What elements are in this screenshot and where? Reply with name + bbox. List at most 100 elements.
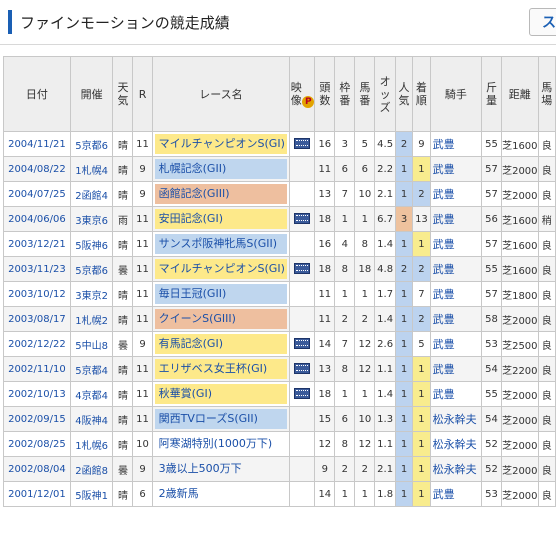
race-name-cell[interactable]: サンスポ阪神牝馬S(GII) — [151, 231, 291, 257]
date-cell[interactable]: 2004/08/22 — [3, 156, 71, 182]
course-cell-link[interactable]: 3東京6 — [75, 216, 108, 227]
race-name-cell[interactable]: 秋華賞(GI) — [151, 381, 291, 407]
race-name-cell[interactable]: 有馬記念(GI) — [151, 331, 291, 357]
race-name-cell[interactable]: 2歳新馬 — [151, 481, 291, 507]
jockey-cell-link[interactable]: 武豊 — [433, 488, 455, 501]
course-cell-link[interactable]: 5京都6 — [75, 141, 108, 152]
video-cell[interactable] — [289, 356, 316, 382]
date-cell-link[interactable]: 2003/12/21 — [8, 239, 66, 250]
video-film-icon[interactable] — [294, 213, 311, 225]
jockey-cell[interactable]: 武豊 — [429, 331, 483, 357]
race-name-cell[interactable]: 関西TVローズS(GII) — [151, 406, 291, 432]
jockey-cell[interactable]: 武豊 — [429, 206, 483, 232]
jockey-cell[interactable]: 武豊 — [429, 306, 483, 332]
date-cell-link[interactable]: 2002/10/13 — [8, 389, 66, 400]
course-cell[interactable]: 5中山8 — [69, 331, 114, 357]
jockey-cell[interactable]: 武豊 — [429, 481, 483, 507]
race-name-cell[interactable]: 3歳以上500万下 — [151, 456, 291, 482]
jockey-cell[interactable]: 武豊 — [429, 281, 483, 307]
date-cell[interactable]: 2003/08/17 — [3, 306, 71, 332]
video-cell[interactable] — [289, 131, 316, 157]
date-cell-link[interactable]: 2002/11/10 — [8, 364, 66, 375]
course-cell[interactable]: 3東京6 — [69, 206, 114, 232]
course-cell-link[interactable]: 1札幌2 — [75, 316, 108, 327]
date-cell-link[interactable]: 2004/07/25 — [8, 189, 66, 200]
course-cell[interactable]: 1札幌2 — [69, 306, 114, 332]
race-name-cell[interactable]: 毎日王冠(GII) — [151, 281, 291, 307]
course-cell[interactable]: 1札幌6 — [69, 431, 114, 457]
course-cell-link[interactable]: 5京都4 — [75, 366, 108, 377]
date-cell-link[interactable]: 2003/10/12 — [8, 289, 66, 300]
jockey-cell[interactable]: 武豊 — [429, 231, 483, 257]
jockey-cell-link[interactable]: 武豊 — [433, 213, 455, 226]
race-name-link[interactable]: 札幌記念(GII) — [154, 159, 288, 179]
race-name-link[interactable]: 毎日王冠(GII) — [154, 284, 288, 304]
course-cell[interactable]: 5京都4 — [69, 356, 114, 382]
race-name-link[interactable]: エリザベス女王杯(GI) — [154, 359, 288, 379]
date-cell[interactable]: 2002/11/10 — [3, 356, 71, 382]
course-cell[interactable]: 5阪神6 — [69, 231, 114, 257]
course-cell-link[interactable]: 5京都6 — [75, 266, 108, 277]
date-cell[interactable]: 2004/06/06 — [3, 206, 71, 232]
date-cell-link[interactable]: 2002/08/25 — [8, 439, 66, 450]
race-name-link[interactable]: 秋華賞(GI) — [154, 384, 288, 404]
jockey-cell-link[interactable]: 松永幹夫 — [433, 413, 477, 426]
date-cell-link[interactable]: 2004/08/22 — [8, 164, 66, 175]
date-cell[interactable]: 2002/09/15 — [3, 406, 71, 432]
race-name-link[interactable]: サンスポ阪神牝馬S(GII) — [154, 234, 288, 254]
jockey-cell[interactable]: 武豊 — [429, 256, 483, 282]
date-cell-link[interactable]: 2003/11/23 — [8, 264, 66, 275]
jockey-cell-link[interactable]: 武豊 — [433, 288, 455, 301]
course-cell[interactable]: 2函館4 — [69, 181, 114, 207]
course-cell[interactable]: 4阪神4 — [69, 406, 114, 432]
video-film-icon[interactable] — [294, 138, 311, 150]
race-name-cell[interactable]: マイルチャンピオンS(GI) — [151, 256, 291, 282]
date-cell-link[interactable]: 2002/09/15 — [8, 414, 66, 425]
jockey-cell[interactable]: 武豊 — [429, 156, 483, 182]
race-name-link[interactable]: 3歳以上500万下 — [155, 459, 288, 479]
jockey-cell-link[interactable]: 武豊 — [433, 338, 455, 351]
jockey-cell-link[interactable]: 武豊 — [433, 163, 455, 176]
race-name-cell[interactable]: マイルチャンピオンS(GI) — [151, 131, 291, 157]
race-name-link[interactable]: クイーンS(GIII) — [154, 309, 288, 329]
course-cell-link[interactable]: 1札幌6 — [75, 441, 108, 452]
jockey-cell[interactable]: 松永幹夫 — [429, 456, 483, 482]
date-cell[interactable]: 2004/07/25 — [3, 181, 71, 207]
race-name-cell[interactable]: エリザベス女王杯(GI) — [151, 356, 291, 382]
race-name-cell[interactable]: 阿寒湖特別(1000万下) — [151, 431, 291, 457]
course-cell[interactable]: 3東京2 — [69, 281, 114, 307]
race-name-link[interactable]: マイルチャンピオンS(GI) — [154, 259, 288, 279]
date-cell-link[interactable]: 2002/08/04 — [8, 464, 66, 475]
video-film-icon[interactable] — [294, 388, 311, 400]
race-name-cell[interactable]: 函館記念(GIII) — [151, 181, 291, 207]
race-name-cell[interactable]: 札幌記念(GII) — [151, 156, 291, 182]
jockey-cell-link[interactable]: 武豊 — [433, 263, 455, 276]
race-name-cell[interactable]: クイーンS(GIII) — [151, 306, 291, 332]
date-cell[interactable]: 2003/11/23 — [3, 256, 71, 282]
date-cell[interactable]: 2002/08/04 — [3, 456, 71, 482]
date-cell[interactable]: 2002/12/22 — [3, 331, 71, 357]
video-film-icon[interactable] — [294, 338, 311, 350]
date-cell-link[interactable]: 2002/12/22 — [8, 339, 66, 350]
course-cell[interactable]: 4京都4 — [69, 381, 114, 407]
date-cell[interactable]: 2004/11/21 — [3, 131, 71, 157]
jockey-cell-link[interactable]: 武豊 — [433, 138, 455, 151]
video-film-icon[interactable] — [294, 263, 311, 275]
video-cell[interactable] — [289, 381, 316, 407]
race-name-link[interactable]: 函館記念(GIII) — [154, 184, 288, 204]
date-cell-link[interactable]: 2003/08/17 — [8, 314, 66, 325]
jockey-cell-link[interactable]: 松永幹夫 — [433, 438, 477, 451]
course-cell-link[interactable]: 3東京2 — [75, 291, 108, 302]
race-name-link[interactable]: 阿寒湖特別(1000万下) — [155, 434, 288, 454]
race-name-link[interactable]: 有馬記念(GI) — [154, 334, 288, 354]
jockey-cell-link[interactable]: 武豊 — [433, 188, 455, 201]
course-cell-link[interactable]: 2函館4 — [75, 191, 108, 202]
date-cell[interactable]: 2002/10/13 — [3, 381, 71, 407]
jockey-cell[interactable]: 松永幹夫 — [429, 431, 483, 457]
date-cell-link[interactable]: 2004/06/06 — [8, 214, 66, 225]
course-cell-link[interactable]: 4阪神4 — [75, 416, 108, 427]
jockey-cell-link[interactable]: 武豊 — [433, 313, 455, 326]
video-cell[interactable] — [289, 256, 316, 282]
jockey-cell[interactable]: 松永幹夫 — [429, 406, 483, 432]
jockey-cell[interactable]: 武豊 — [429, 356, 483, 382]
